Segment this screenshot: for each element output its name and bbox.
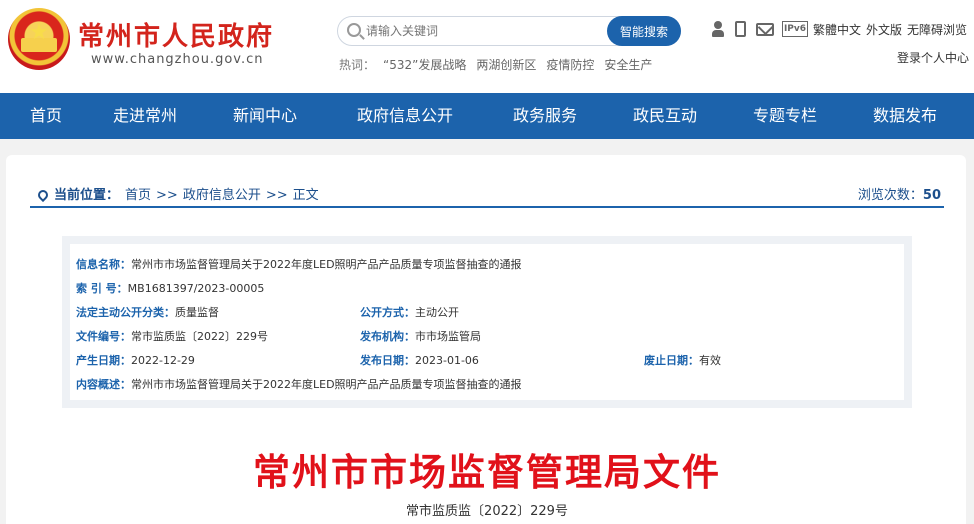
top-links: 繁體中文 外文版 无障碍浏览 bbox=[813, 21, 972, 38]
meta-label: 内容概述： bbox=[76, 378, 131, 391]
meta-label: 文件编号： bbox=[76, 330, 131, 343]
breadcrumb-separator: >> bbox=[156, 188, 178, 203]
nav-item-about[interactable]: 走进常州 bbox=[113, 93, 177, 139]
nav-item-data[interactable]: 数据发布 bbox=[873, 93, 937, 139]
document-title: 常州市市场监督管理局文件 bbox=[253, 450, 721, 494]
meta-label: 公开方式： bbox=[360, 306, 415, 319]
foreign-version-link[interactable]: 外文版 bbox=[866, 23, 902, 37]
hot-word-link[interactable]: 疫情防控 bbox=[546, 58, 594, 72]
nav-item-services[interactable]: 政务服务 bbox=[513, 93, 577, 139]
meta-value: 市市场监管局 bbox=[415, 330, 481, 343]
search-icon bbox=[347, 23, 361, 37]
mail-icon[interactable] bbox=[756, 23, 774, 36]
meta-label: 索 引 号： bbox=[76, 282, 128, 295]
breadcrumb-item[interactable]: 政府信息公开 bbox=[183, 188, 261, 203]
meta-label: 发布机构： bbox=[360, 330, 415, 343]
meta-value: 常州市市场监督管理局关于2022年度LED照明产品产品质量专项监督抽查的通报 bbox=[131, 258, 522, 271]
breadcrumb-separator: >> bbox=[265, 188, 288, 203]
location-pin-icon bbox=[35, 187, 51, 203]
phone-icon[interactable] bbox=[735, 21, 746, 37]
view-count-value: 50 bbox=[922, 188, 941, 203]
document-metadata: 信息名称：常州市市场监督管理局关于2022年度LED照明产品产品质量专项监督抽查… bbox=[62, 236, 912, 408]
meta-value: 常州市市场监督管理局关于2022年度LED照明产品产品质量专项监督抽查的通报 bbox=[131, 378, 522, 391]
site-url: www.changzhou.gov.cn bbox=[91, 52, 264, 67]
site-header: ★ 常州市人民政府 www.changzhou.gov.cn 智能搜索 热词： “… bbox=[0, 0, 974, 93]
breadcrumb: 当前位置： 首页 >> 政府信息公开 >> 正文 bbox=[35, 184, 319, 203]
search-input[interactable] bbox=[366, 21, 606, 41]
meta-label: 发布日期： bbox=[360, 354, 415, 367]
nav-item-topics[interactable]: 专题专栏 bbox=[753, 93, 817, 139]
meta-value: 2022-12-29 bbox=[131, 354, 195, 367]
meta-doc-no: 文件编号：常市监质监〔2022〕229号 bbox=[76, 328, 268, 344]
hot-word-link[interactable]: 安全生产 bbox=[604, 58, 652, 72]
meta-value: 有效 bbox=[699, 354, 721, 367]
view-count-label: 浏览次数： bbox=[857, 188, 923, 203]
accessibility-link[interactable]: 无障碍浏览 bbox=[907, 23, 967, 37]
hot-word-link[interactable]: “532”发展战略 bbox=[383, 58, 466, 72]
person-icon[interactable] bbox=[710, 20, 726, 38]
breadcrumb-divider bbox=[30, 206, 944, 208]
main-nav: 首页 走进常州 新闻中心 政府信息公开 政务服务 政民互动 专题专栏 数据发布 bbox=[0, 93, 974, 139]
meta-label: 废止日期： bbox=[644, 354, 699, 367]
meta-org: 发布机构：市市场监管局 bbox=[360, 328, 481, 344]
hot-words: 热词： “532”发展战略 两湖创新区 疫情防控 安全生产 bbox=[339, 56, 662, 73]
meta-value: 2023-01-06 bbox=[415, 354, 479, 367]
meta-category: 法定主动公开分类：质量监督 bbox=[76, 304, 219, 320]
site-title[interactable]: 常州市人民政府 bbox=[78, 16, 274, 53]
meta-index: 索 引 号：MB1681397/2023-00005 bbox=[76, 280, 264, 296]
meta-value: MB1681397/2023-00005 bbox=[127, 282, 265, 295]
nav-item-interaction[interactable]: 政民互动 bbox=[633, 93, 697, 139]
meta-value: 常市监质监〔2022〕229号 bbox=[131, 330, 268, 343]
document-number: 常市监质监〔2022〕229号 bbox=[406, 504, 568, 519]
smart-search-button[interactable]: 智能搜索 bbox=[607, 16, 681, 46]
ipv6-icon: IPv6 bbox=[782, 21, 808, 37]
meta-summary: 内容概述：常州市市场监督管理局关于2022年度LED照明产品产品质量专项监督抽查… bbox=[76, 376, 522, 392]
meta-info-name: 信息名称：常州市市场监督管理局关于2022年度LED照明产品产品质量专项监督抽查… bbox=[76, 256, 522, 272]
national-emblem-logo: ★ bbox=[8, 8, 70, 70]
nav-item-news[interactable]: 新闻中心 bbox=[233, 93, 297, 139]
meta-label: 法定主动公开分类： bbox=[76, 306, 175, 319]
breadcrumb-label: 当前位置： bbox=[54, 188, 120, 203]
meta-label: 信息名称： bbox=[76, 258, 131, 271]
meta-published: 发布日期：2023-01-06 bbox=[360, 352, 479, 368]
nav-item-gov-info[interactable]: 政府信息公开 bbox=[357, 93, 453, 139]
view-count: 浏览次数：50 bbox=[858, 184, 941, 203]
login-link[interactable]: 登录个人中心 bbox=[897, 49, 969, 66]
meta-expiry: 废止日期：有效 bbox=[644, 352, 721, 368]
hot-word-link[interactable]: 两湖创新区 bbox=[476, 58, 536, 72]
search-box: 智能搜索 bbox=[337, 16, 681, 46]
breadcrumb-item[interactable]: 首页 bbox=[125, 188, 151, 203]
hot-words-label: 热词： bbox=[339, 58, 376, 72]
breadcrumb-item[interactable]: 正文 bbox=[293, 188, 319, 203]
traditional-chinese-link[interactable]: 繁體中文 bbox=[813, 23, 861, 37]
meta-created: 产生日期：2022-12-29 bbox=[76, 352, 195, 368]
meta-value: 质量监督 bbox=[175, 306, 219, 319]
meta-method: 公开方式：主动公开 bbox=[360, 304, 459, 320]
nav-item-home[interactable]: 首页 bbox=[30, 93, 62, 139]
meta-label: 产生日期： bbox=[76, 354, 131, 367]
meta-value: 主动公开 bbox=[415, 306, 459, 319]
